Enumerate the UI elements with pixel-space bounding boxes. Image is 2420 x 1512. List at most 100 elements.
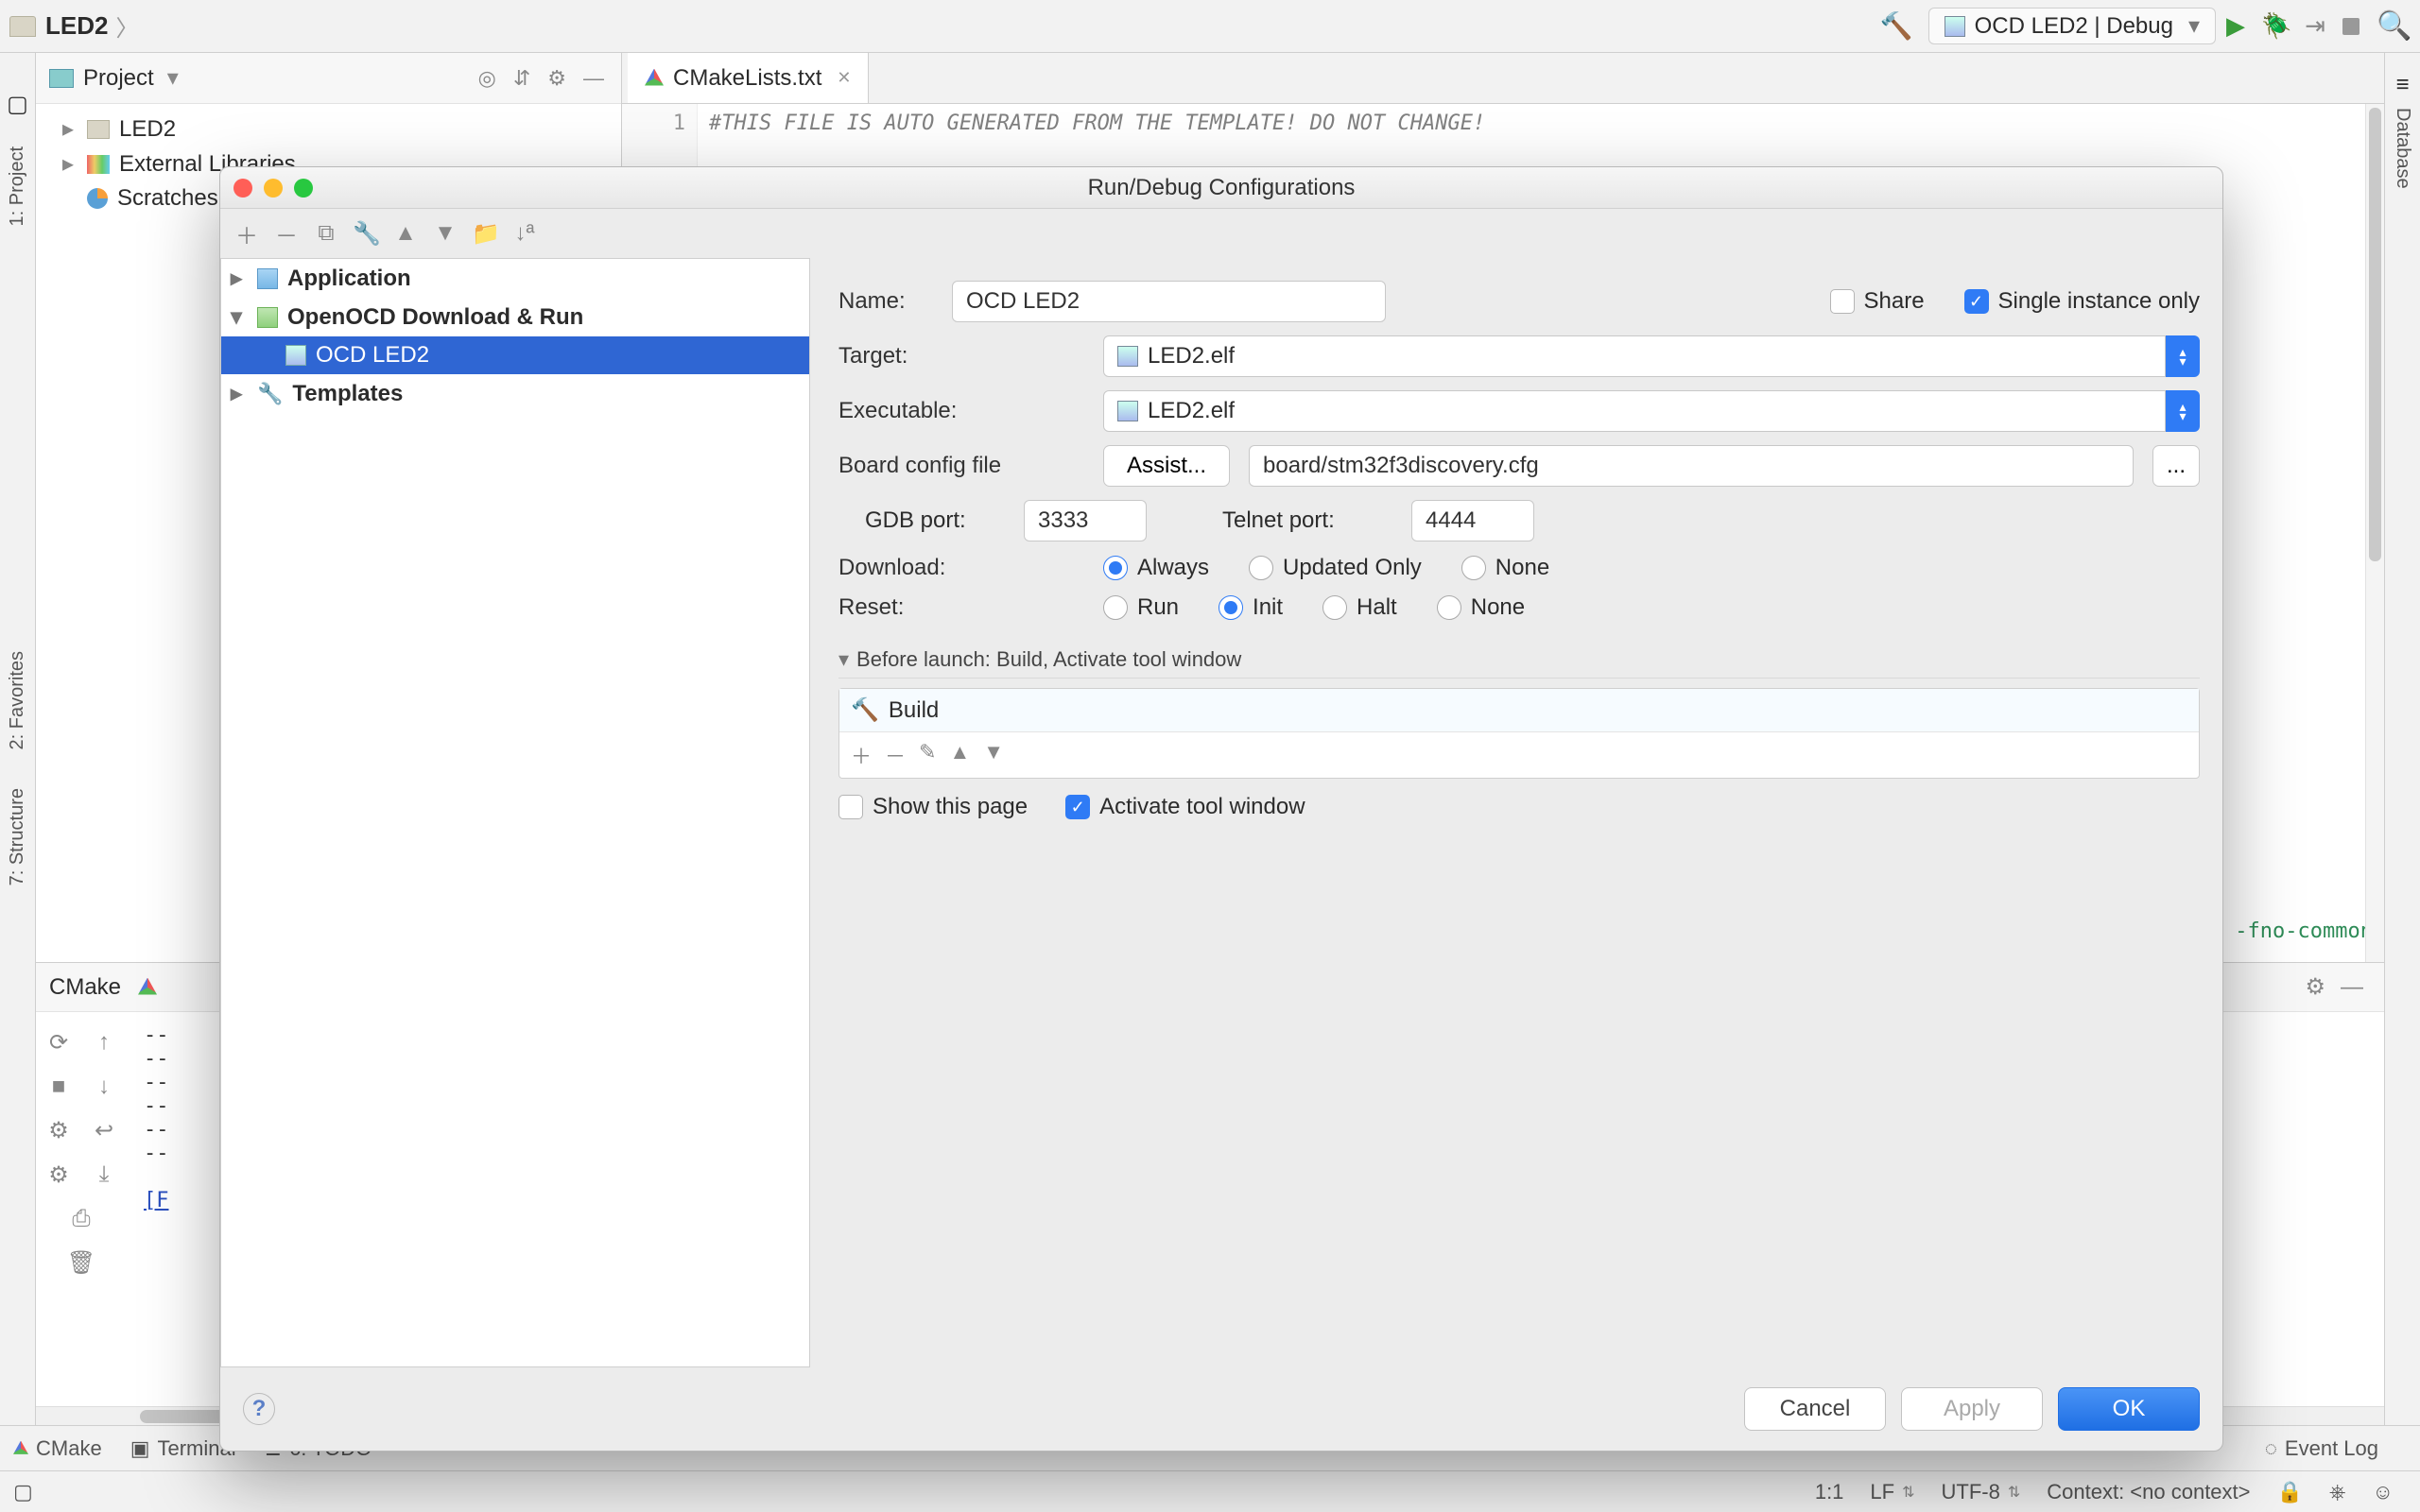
up-icon[interactable]: ↑ xyxy=(87,1029,121,1057)
add-icon[interactable]: ＋ xyxy=(851,740,872,770)
name-input[interactable] xyxy=(952,281,1386,322)
move-up-icon[interactable]: ▲ xyxy=(392,220,419,247)
assist-button[interactable]: Assist... xyxy=(1103,445,1230,487)
line-separator[interactable]: LF⇅ xyxy=(1870,1480,1914,1504)
move-down-icon[interactable]: ▼ xyxy=(432,220,458,247)
window-minimize-icon[interactable] xyxy=(264,179,283,198)
remove-icon[interactable]: － xyxy=(273,217,300,250)
window-close-icon[interactable] xyxy=(233,179,252,198)
help-button[interactable]: ? xyxy=(243,1393,275,1425)
left-gutter-folder-icon[interactable]: ▢ xyxy=(7,91,28,118)
target-select[interactable]: LED2.elf ▴▾ xyxy=(1103,335,2200,377)
gear-icon[interactable]: ⚙ xyxy=(2305,973,2325,1001)
stepper-icon[interactable]: ▴▾ xyxy=(2166,335,2200,377)
stop-icon[interactable] xyxy=(2342,18,2360,35)
cmake-toolwindow-button[interactable]: CMake xyxy=(13,1436,102,1461)
config-tree[interactable]: ▸ Application ▾ OpenOCD Download & Run O… xyxy=(220,258,810,1367)
edit-icon[interactable]: 🔧 xyxy=(353,220,379,248)
down-icon[interactable]: ↓ xyxy=(87,1074,121,1100)
search-icon[interactable]: 🔍 xyxy=(2377,9,2405,43)
project-panel-title[interactable]: Project xyxy=(83,65,154,92)
remove-icon[interactable]: － xyxy=(885,740,906,770)
apply-button[interactable]: Apply xyxy=(1901,1387,2043,1431)
telnet-port-input[interactable] xyxy=(1411,500,1534,541)
board-config-input[interactable] xyxy=(1249,445,2134,487)
reset-init-radio[interactable]: Init xyxy=(1219,594,1283,621)
cmake-icon xyxy=(138,978,157,997)
share-checkbox[interactable]: Share xyxy=(1830,288,1925,315)
build-icon[interactable]: 🔨 xyxy=(1880,10,1913,42)
copy-icon[interactable]: ⧉ xyxy=(313,220,339,247)
collapse-icon[interactable]: ⇵ xyxy=(513,66,530,91)
editor-tab[interactable]: CMakeLists.txt ✕ xyxy=(628,53,869,103)
hector-icon[interactable]: ☺ xyxy=(2373,1480,2394,1504)
favorites-toolwindow-tab[interactable]: 2: Favorites xyxy=(7,651,28,749)
add-icon[interactable]: ＋ xyxy=(233,217,260,250)
wrap-icon[interactable]: ↩ xyxy=(87,1117,121,1144)
browse-button[interactable]: ... xyxy=(2152,445,2200,487)
database-toolwindow-tab[interactable]: Database xyxy=(2392,108,2413,189)
activate-tool-checkbox[interactable]: ✓ Activate tool window xyxy=(1065,794,1305,820)
before-launch-item[interactable]: 🔨 Build xyxy=(839,689,2199,731)
hide-panel-icon[interactable]: — xyxy=(2341,974,2363,1001)
caret-position[interactable]: 1:1 xyxy=(1815,1480,1844,1504)
before-launch-header[interactable]: ▾ Before launch: Build, Activate tool wi… xyxy=(838,647,2200,679)
structure-toolwindow-tab[interactable]: 7: Structure xyxy=(7,788,28,885)
scroll-icon[interactable]: ⤓ xyxy=(87,1161,121,1189)
database-icon[interactable]: ≡ xyxy=(2395,72,2409,98)
print-icon[interactable]: ⎙ xyxy=(64,1206,98,1232)
move-up-icon[interactable]: ▲ xyxy=(949,740,970,770)
reset-none-radio[interactable]: None xyxy=(1437,594,1525,621)
expand-icon[interactable]: ▸ xyxy=(62,150,78,178)
scrollbar-thumb[interactable] xyxy=(2369,108,2381,561)
ok-button[interactable]: OK xyxy=(2058,1387,2200,1431)
cancel-button[interactable]: Cancel xyxy=(1744,1387,1886,1431)
editor-scrollbar[interactable]: ✔ xyxy=(2365,104,2384,962)
cmake-panel-title[interactable]: CMake xyxy=(49,974,121,1001)
attach-debugger-icon[interactable]: ⇥ xyxy=(2301,11,2329,41)
move-down-icon[interactable]: ▼ xyxy=(983,740,1004,770)
debug-icon[interactable]: 🪲 xyxy=(2261,11,2290,41)
file-encoding[interactable]: UTF-8⇅ xyxy=(1942,1480,2021,1504)
config-node-application: ▸ Application xyxy=(221,259,809,298)
reload-icon[interactable]: ⟳ xyxy=(42,1029,76,1057)
run-icon[interactable]: ▶ xyxy=(2221,11,2250,41)
event-log-button[interactable]: ◌Event Log xyxy=(2265,1436,2378,1461)
sort-icon[interactable]: ↓ª xyxy=(511,220,538,247)
editor-line: #THIS FILE IS AUTO GENERATED FROM THE TE… xyxy=(709,112,1485,135)
reset-halt-radio[interactable]: Halt xyxy=(1322,594,1397,621)
stop-icon[interactable]: ■ xyxy=(42,1074,76,1100)
reset-run-radio[interactable]: Run xyxy=(1103,594,1179,621)
toolwindows-quick-icon[interactable]: ▢ xyxy=(13,1480,33,1504)
stepper-icon[interactable]: ▴▾ xyxy=(2166,390,2200,432)
gear-icon[interactable]: ⚙ xyxy=(42,1161,76,1189)
project-toolwindow-tab[interactable]: 1: Project xyxy=(7,146,28,226)
collapse-icon[interactable]: ▾ xyxy=(231,303,248,331)
show-page-checkbox[interactable]: Show this page xyxy=(838,794,1028,820)
gear-icon[interactable]: ⚙ xyxy=(547,66,566,91)
close-tab-icon[interactable]: ✕ xyxy=(837,68,851,88)
run-config-selector[interactable]: OCD LED2 | Debug ▾ xyxy=(1928,8,2216,44)
expand-icon[interactable]: ▸ xyxy=(231,380,248,407)
gdb-port-input[interactable] xyxy=(1024,500,1147,541)
single-instance-checkbox[interactable]: ✓ Single instance only xyxy=(1964,288,2200,315)
memory-icon[interactable]: ⎈ xyxy=(2329,1480,2346,1504)
download-updated-radio[interactable]: Updated Only xyxy=(1249,555,1422,581)
config-item-ocd-led2[interactable]: OCD LED2 xyxy=(221,336,809,374)
trash-icon[interactable]: 🗑 xyxy=(64,1249,98,1277)
project-view-dropdown-icon[interactable]: ▾ xyxy=(167,64,179,92)
executable-select[interactable]: LED2.elf ▴▾ xyxy=(1103,390,2200,432)
download-always-radio[interactable]: Always xyxy=(1103,555,1209,581)
window-zoom-icon[interactable] xyxy=(294,179,313,198)
breadcrumb[interactable]: LED2 xyxy=(45,11,108,41)
settings-icon[interactable]: ⚙ xyxy=(42,1117,76,1144)
edit-icon[interactable]: ✎ xyxy=(919,740,936,770)
hide-panel-icon[interactable]: — xyxy=(583,66,604,91)
lock-icon[interactable]: 🔒 xyxy=(2277,1480,2303,1504)
expand-icon[interactable]: ▸ xyxy=(231,265,248,292)
folder-icon[interactable]: 📁 xyxy=(472,220,498,248)
download-none-radio[interactable]: None xyxy=(1461,555,1549,581)
expand-icon[interactable]: ▸ xyxy=(62,115,78,143)
context-indicator[interactable]: Context: <no context> xyxy=(2047,1480,2250,1504)
locate-icon[interactable]: ◎ xyxy=(478,66,496,91)
